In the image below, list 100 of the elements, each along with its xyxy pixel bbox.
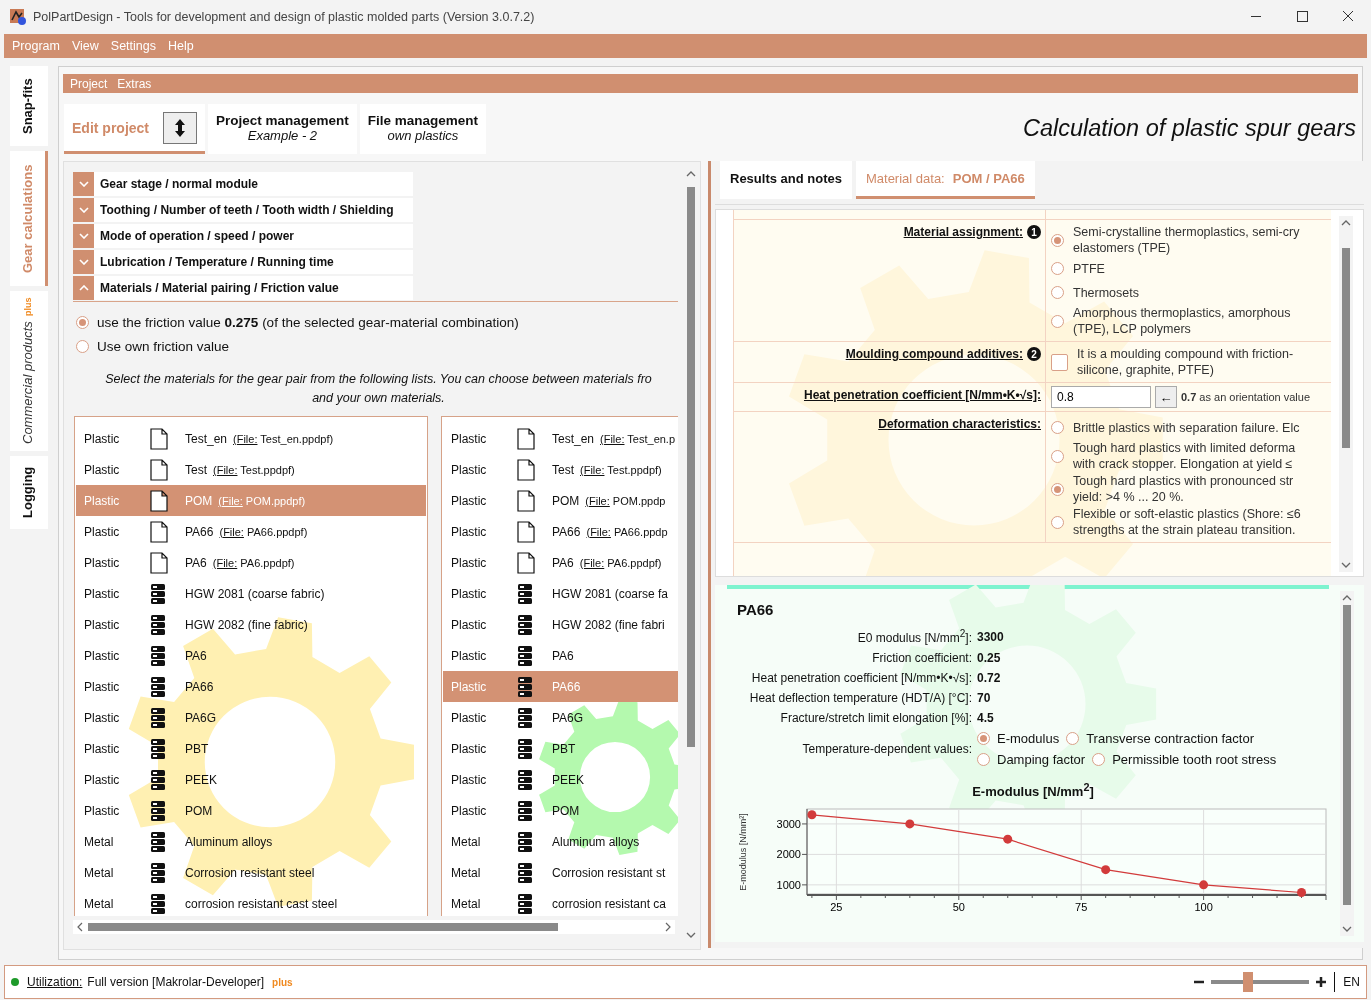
file-icon xyxy=(150,489,168,512)
file-link[interactable]: (File: PA6.ppdpf) xyxy=(212,556,295,569)
list-row[interactable]: Plastic PA6 (File: PA6.ppdpf) xyxy=(443,547,678,578)
list-row[interactable]: Metal corrosion resistant ca xyxy=(443,888,678,916)
file-link[interactable]: (File: PA66.ppdpf) xyxy=(219,525,308,538)
data-point xyxy=(1101,865,1111,875)
list-row[interactable]: Plastic PA66 (File: PA66.ppdpf) xyxy=(76,516,426,547)
material-name: Test_en xyxy=(552,431,595,446)
file-icon xyxy=(517,520,535,543)
tab[interactable]: Project management Example - 2 xyxy=(208,104,357,154)
category-label: Plastic xyxy=(450,586,488,601)
list-row[interactable]: Plastic PA6 (File: PA6.ppdpf) xyxy=(76,547,426,578)
app-logo-icon xyxy=(9,7,27,26)
list-row[interactable]: Plastic PA6 xyxy=(443,640,678,671)
file-link[interactable]: (File: POM.ppdp xyxy=(585,494,666,507)
property-label: Fracture/stretch limit elongation [%]: xyxy=(779,711,972,725)
list-row[interactable]: Plastic PA6G xyxy=(443,702,678,733)
radio-label: Tough hard plastics with limited deforma with crack stopper. Elongation at yield ≤ xyxy=(1073,440,1296,472)
field-label: Material assignment: xyxy=(903,225,1023,239)
vertical-scrollbar[interactable] xyxy=(1340,591,1354,936)
list-row[interactable]: Metal Corrosion resistant st xyxy=(443,857,678,888)
list-row[interactable]: Plastic Test_en (File: Test_en.p xyxy=(443,423,678,454)
accordion-header[interactable]: Gear stage / normal module xyxy=(73,172,413,196)
file-link[interactable]: (File: Test_en.ppdpf) xyxy=(233,432,334,445)
material-name: POM xyxy=(552,803,580,818)
material-name: PA6G xyxy=(185,710,217,725)
material-name: PA66 xyxy=(552,679,581,694)
radio-button[interactable] xyxy=(1051,314,1064,328)
list-row[interactable]: Plastic PBT xyxy=(443,733,678,764)
file-icon xyxy=(150,551,168,574)
list-row[interactable]: Plastic HGW 2081 (coarse fabric) xyxy=(76,578,426,609)
category-label: Plastic xyxy=(83,803,121,818)
tab[interactable]: File management own plastics xyxy=(359,104,487,154)
side-tab[interactable]: Commercial products plus xyxy=(10,291,48,451)
radio-button[interactable] xyxy=(76,315,89,329)
accordion-header[interactable]: Materials / Material pairing / Friction value xyxy=(73,276,413,300)
list-row[interactable]: Plastic Test_en (File: Test_en.ppdpf) xyxy=(76,423,426,454)
category-label: Plastic xyxy=(450,617,488,632)
list-row[interactable]: Plastic PBT xyxy=(76,733,426,764)
file-icon xyxy=(517,458,535,481)
list-row[interactable]: Plastic POM xyxy=(76,795,426,826)
side-tab[interactable]: Snap-fits xyxy=(10,66,48,146)
material-name: PA6G xyxy=(552,710,584,725)
radio-button[interactable] xyxy=(1051,286,1064,299)
list-row[interactable]: Plastic Test (File: Test.ppdpf) xyxy=(76,454,426,485)
accordion-header[interactable]: Lubrication / Temperature / Running time xyxy=(73,250,413,274)
list-row[interactable]: Plastic PA66 xyxy=(76,671,426,702)
side-tab[interactable]: Logging xyxy=(10,456,48,529)
list-row[interactable]: Plastic PEEK xyxy=(443,764,678,795)
file-link[interactable]: (File: Test_en.p xyxy=(600,432,676,445)
list-row[interactable]: Plastic HGW 2082 (fine fabri xyxy=(443,609,678,640)
list-row[interactable]: Plastic POM xyxy=(443,795,678,826)
list-row[interactable]: Metal corrosion resistant cast steel xyxy=(76,888,426,916)
radio-button[interactable] xyxy=(1051,262,1064,275)
list-row[interactable]: Plastic HGW 2082 (fine fabric) xyxy=(76,609,426,640)
property-value: 3300 xyxy=(977,629,1005,644)
radio-label: Amorphous thermoplastics, amorphous (TPE), LCP polymers xyxy=(1073,305,1291,337)
plus-label: plus xyxy=(272,976,293,988)
file-link[interactable]: (File: Test.ppdpf) xyxy=(213,463,295,476)
category-label: Metal xyxy=(450,834,482,849)
list-row[interactable]: Plastic HGW 2081 (coarse fa xyxy=(443,578,678,609)
category-label: Plastic xyxy=(83,648,121,663)
vertical-scrollbar[interactable] xyxy=(1339,216,1353,572)
expand-button[interactable] xyxy=(163,111,197,144)
list-row[interactable]: Metal Aluminum alloys xyxy=(76,826,426,857)
material-name: Corrosion resistant st xyxy=(552,865,666,880)
utilization-link[interactable]: Utilization: xyxy=(27,975,83,989)
list-row[interactable]: Plastic PA66 (File: PA66.ppdp xyxy=(443,516,678,547)
slider-thumb[interactable] xyxy=(1243,972,1254,992)
list-row[interactable]: Plastic Test (File: Test.ppdpf) xyxy=(443,454,678,485)
tab[interactable]: Results and notes xyxy=(720,161,852,199)
material-name: Aluminum alloys xyxy=(552,834,640,849)
accordion-header[interactable]: Mode of operation / speed / power xyxy=(73,224,413,248)
zoom-in-icon[interactable] xyxy=(1316,977,1327,987)
database-icon xyxy=(517,707,533,728)
category-label: Plastic xyxy=(450,462,488,477)
material-name: PA66 xyxy=(185,524,214,539)
material-name: Test xyxy=(552,462,574,477)
database-icon xyxy=(517,862,533,883)
list-row[interactable]: Metal Corrosion resistant steel xyxy=(76,857,426,888)
list-row[interactable]: Plastic PA6 xyxy=(76,640,426,671)
list-row[interactable]: Plastic PEEK xyxy=(76,764,426,795)
radio-button[interactable] xyxy=(977,732,990,745)
apply-button[interactable]: ← xyxy=(1155,386,1177,408)
file-link[interactable]: (File: PA6.ppdpf) xyxy=(579,556,662,569)
radio-button[interactable] xyxy=(76,339,89,353)
accordion-header[interactable]: Toothing / Number of teeth / Tooth width / Shielding xyxy=(73,198,413,222)
file-link[interactable]: (File: PA66.ppdp xyxy=(586,525,668,538)
list-row[interactable]: Metal Aluminum alloys xyxy=(443,826,678,857)
category-label: Plastic xyxy=(83,586,121,601)
radio-label: E-modulus xyxy=(997,731,1060,746)
database-icon xyxy=(150,862,166,883)
list-row[interactable]: Plastic PA6G xyxy=(76,702,426,733)
radio-label: Semi-crystalline thermoplastics, semi-cry elastomers (TPE) xyxy=(1073,224,1300,256)
file-link[interactable]: (File: Test.ppdpf) xyxy=(580,463,662,476)
input-field[interactable]: 0.8 xyxy=(1051,386,1151,408)
list-row[interactable]: Plastic POM (File: POM.ppdp xyxy=(443,485,678,516)
language-label[interactable]: EN xyxy=(1343,975,1360,989)
radio-button[interactable] xyxy=(1051,233,1064,247)
category-label: Metal xyxy=(83,896,115,911)
